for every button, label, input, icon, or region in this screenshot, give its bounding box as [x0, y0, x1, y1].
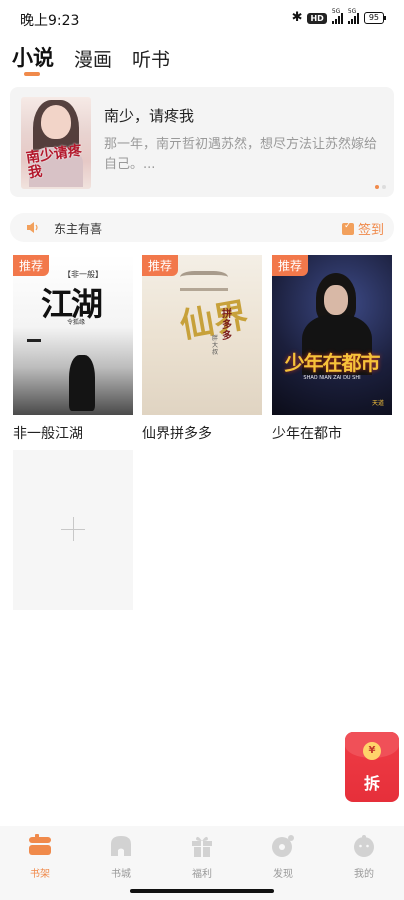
- banner-title: 南少，请疼我: [104, 107, 195, 125]
- bookstore-icon: [111, 836, 131, 856]
- recommend-tag: 推荐: [272, 255, 309, 276]
- signal-strength-icon-2: 5G: [347, 8, 359, 24]
- tab-audiobook[interactable]: 听书: [132, 45, 170, 72]
- tab-novel[interactable]: 小说: [12, 42, 54, 72]
- signal-strength-icon: 5G: [331, 8, 343, 24]
- banner-pagination: [375, 185, 386, 189]
- recommend-tag: 推荐: [13, 255, 50, 276]
- book-card[interactable]: 推荐 【非一般】 江湖 令狐缘 非一般江湖: [13, 255, 133, 443]
- calendar-check-icon: [341, 221, 354, 235]
- signin-label: 签到: [357, 223, 384, 238]
- nav-profile[interactable]: 我的: [334, 834, 394, 880]
- nav-label: 福利: [192, 869, 212, 880]
- nav-bookstore[interactable]: 书城: [91, 834, 151, 880]
- profile-icon: [354, 835, 374, 857]
- add-book-button[interactable]: [13, 450, 133, 610]
- home-indicator[interactable]: [130, 889, 274, 893]
- cover-title: 少年在都市: [284, 351, 381, 375]
- coin-icon: ¥: [363, 742, 381, 760]
- cover-subtitle: SHAO NIAN ZAI DU SHI: [303, 375, 361, 381]
- book-cover: 推荐 少年在都市 SHAO NIAN ZAI DU SHI 天道: [272, 255, 392, 415]
- signal-label: 5G: [331, 8, 341, 15]
- status-time: 晚上9:23: [20, 13, 80, 29]
- red-packet-button[interactable]: ¥ 拆: [345, 732, 399, 802]
- book-cover: 推荐 【非一般】 江湖 令狐缘: [13, 255, 133, 415]
- signin-button[interactable]: 签到: [341, 219, 384, 238]
- bookshelf-icon: [29, 834, 51, 855]
- nav-label: 书城: [111, 869, 131, 880]
- banner-dot-active: [375, 185, 379, 189]
- discover-icon: [272, 835, 294, 857]
- banner-dot: [382, 185, 386, 189]
- status-bar: 晚上9:23 ✱ HD 5G 5G 95: [0, 0, 404, 38]
- nav-bookshelf[interactable]: 书架: [10, 834, 70, 880]
- gift-icon: [192, 836, 212, 857]
- recommend-tag: 推荐: [142, 255, 179, 276]
- speaker-icon: [27, 222, 38, 233]
- banner-book-cover: 南少请疼我: [21, 97, 91, 189]
- red-packet-label: 拆: [363, 774, 380, 793]
- battery-icon: 95: [363, 12, 387, 24]
- bluetooth-icon: ✱: [291, 10, 303, 25]
- recommend-banner[interactable]: 南少请疼我 南少，请疼我 那一年，南亓哲初遇苏然，想尽方法让苏然嫁给自己。...: [10, 87, 394, 197]
- banner-description: 那一年，南亓哲初遇苏然，想尽方法让苏然嫁给自己。...: [104, 137, 378, 172]
- book-card[interactable]: 推荐 少年在都市 SHAO NIAN ZAI DU SHI 天道 少年在都市: [272, 255, 392, 443]
- nav-label: 我的: [354, 869, 374, 880]
- nav-welfare[interactable]: 福利: [172, 834, 232, 880]
- cover-author: 令狐缘: [67, 319, 86, 326]
- tab-indicator: [24, 72, 40, 76]
- notice-text: 东主有喜: [54, 222, 103, 236]
- cover-author: 天道: [371, 400, 384, 407]
- nav-discover[interactable]: 发现: [253, 834, 313, 880]
- cover-author: 胖大叔: [212, 335, 219, 356]
- tab-comic[interactable]: 漫画: [74, 45, 112, 72]
- nav-label: 书架: [30, 869, 50, 880]
- signal-label-2: 5G: [347, 8, 357, 15]
- nav-label: 发现: [273, 869, 293, 880]
- book-card[interactable]: 推荐 仙界 拼多多 胖大叔 仙界拼多多: [142, 255, 262, 443]
- category-tabs: 小说 漫画 听书: [12, 42, 170, 72]
- cover-subtitle: 拼多多: [222, 309, 232, 342]
- book-title: 非一般江湖: [13, 426, 83, 442]
- notice-bar: 东主有喜 签到: [10, 213, 394, 242]
- book-title: 仙界拼多多: [142, 426, 212, 442]
- status-icons: ✱ HD 5G 5G 95: [291, 8, 387, 25]
- book-title: 少年在都市: [272, 426, 342, 442]
- hd-badge: HD: [307, 12, 327, 24]
- book-cover: 推荐 仙界 拼多多 胖大叔: [142, 255, 262, 415]
